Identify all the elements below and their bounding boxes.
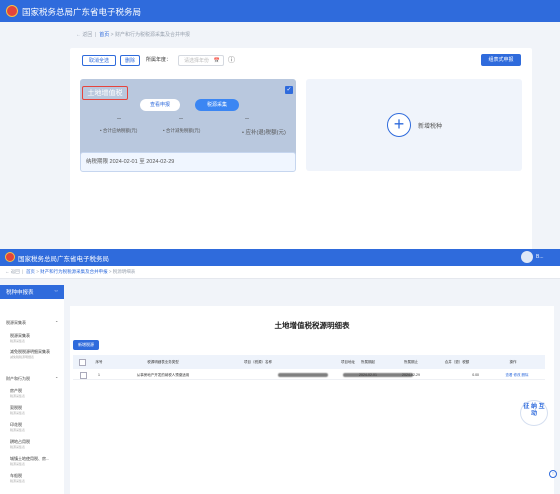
back-link[interactable]: 返回	[82, 32, 92, 38]
delete-button[interactable]: 删除	[120, 55, 140, 66]
row-checkbox[interactable]	[80, 370, 87, 380]
col-header: 操作	[509, 360, 517, 364]
bottom-breadcrumb: ← 返回 | 首页 > 财产和行为税税源采集及合并申报 > 税源明细表	[5, 269, 136, 274]
info-icon[interactable]: ⓘ	[228, 55, 235, 65]
col-header: 合并（退）税额	[444, 360, 470, 364]
period-label: 所属年度：	[146, 57, 172, 63]
calendar-icon: 📅	[213, 58, 220, 64]
total-payable-value: --	[117, 116, 121, 122]
sidebar-title: 税种申报表	[6, 290, 34, 296]
sidebar-item-sub: 税源采集表	[10, 428, 26, 432]
year-placeholder: 请选择年份	[184, 58, 210, 64]
header-select-all-checkbox[interactable]	[77, 355, 87, 369]
table-header: 序号 税源明细表业务类型 项目（税源）名称 项目地址 所属期起 所属期止 合并（…	[73, 355, 545, 369]
breadcrumb: ← 返回 | 首页 > 财产和行为税税源采集及合并申报	[76, 32, 190, 38]
back-link-bottom[interactable]: 返回	[11, 269, 20, 274]
sidebar-group-property[interactable]: 财产和行为税	[6, 376, 30, 382]
row-amount: 0.00	[472, 373, 479, 377]
combined-declare-button[interactable]: 组表式申报	[481, 54, 521, 66]
card-checkbox[interactable]: ✓	[285, 86, 293, 94]
col-header: 序号	[95, 360, 103, 364]
add-tax-source-button[interactable]: 新增税源	[73, 340, 99, 350]
breadcrumb-home[interactable]: 首页	[99, 32, 109, 38]
breadcrumb-parent[interactable]: 财产和行为税税源采集及合并申报	[40, 269, 108, 274]
add-plus-icon[interactable]: +	[387, 113, 411, 137]
sidebar-collapse-icon[interactable]: ⇔	[54, 288, 60, 294]
col-header: 所属期起	[361, 360, 375, 364]
back-icon[interactable]: ←	[5, 269, 10, 274]
site-title-bottom: 国家税务总局广东省电子税务局	[18, 256, 109, 263]
breadcrumb-current-bottom: 税源明细表	[112, 269, 136, 274]
col-header: 税源明细表业务类型	[147, 360, 179, 364]
breadcrumb-separator: >	[108, 269, 112, 274]
year-select-input[interactable]: 请选择年份 📅	[178, 55, 224, 66]
tax-bureau-logo-icon	[5, 252, 15, 262]
delete-link[interactable]: 删除	[521, 373, 528, 377]
user-name[interactable]: B...	[536, 254, 544, 260]
sidebar-item-sub: 税源采集表	[10, 339, 26, 343]
breadcrumb-current: 财产和行为税税源采集及合并申报	[114, 32, 190, 38]
chevron-up-icon[interactable]: ⌃	[55, 376, 58, 381]
tax-period: 纳税期限 2024-02-01 至 2024-02-29	[86, 159, 175, 165]
payable-refund-value: --	[245, 116, 249, 122]
total-exempt-label: • 合计减免税额(元)	[163, 128, 201, 133]
sidebar-item-sub: 减免税税源明细表	[10, 355, 35, 359]
sidebar-group-collection[interactable]: 税源采集表	[6, 320, 26, 326]
row-period-start: 2024-02-01	[359, 373, 377, 377]
col-header: 所属期止	[404, 360, 418, 364]
tax-bureau-logo-icon	[6, 5, 18, 17]
total-payable-label: • 合计应纳税额(元)	[100, 128, 138, 133]
row-operations: 查看 修改 删除	[489, 370, 545, 380]
view-link[interactable]: 查看	[506, 373, 513, 377]
cancel-select-all-button[interactable]: 取消全选	[82, 55, 116, 66]
breadcrumb-separator: >	[36, 269, 39, 274]
back-icon[interactable]: ←	[76, 32, 81, 38]
tax-source-collect-button[interactable]: 税源采集	[195, 99, 239, 111]
breadcrumb-separator: >	[110, 32, 114, 38]
breadcrumb-home-bottom[interactable]: 首页	[26, 269, 35, 274]
user-avatar[interactable]	[521, 251, 533, 263]
payable-refund-label: • 应补(退)税额(元)	[242, 130, 286, 136]
site-title: 国家税务总局广东省电子税务局	[22, 7, 142, 17]
sidebar-item-sub: 税源采集表	[10, 394, 26, 398]
row-index: 1	[98, 373, 100, 377]
scroll-top-icon[interactable]: ↑	[549, 470, 557, 478]
col-header: 项目（税源）名称	[244, 360, 272, 364]
total-exempt-value: --	[179, 116, 183, 122]
add-tax-label[interactable]: 新增税种	[418, 121, 442, 130]
edit-link[interactable]: 修改	[514, 373, 521, 377]
table-row: 1 从事房地产开发的纳税人预缴适用 2024-02-01 2024-02-29 …	[73, 370, 545, 380]
sidebar-header: 税种申报表 ⇔	[0, 285, 64, 299]
sidebar-item-sub: 税源采集表	[10, 462, 26, 466]
view-declare-button[interactable]: 查看申报	[140, 99, 180, 111]
sidebar-item-sub: 税源采集表	[10, 411, 26, 415]
row-period-end: 2024-02-29	[402, 373, 420, 377]
add-tax-card[interactable]	[306, 79, 522, 171]
report-title: 土地增值税税源明细表	[274, 321, 350, 330]
card-title: 土地增值税	[82, 86, 128, 100]
report-panel	[70, 306, 554, 494]
chevron-up-icon[interactable]: ⌃	[55, 320, 58, 325]
row-project-name	[278, 370, 328, 380]
sidebar-item-sub: 税源采集表	[10, 445, 26, 449]
row-business-type: 从事房地产开发的纳税人预缴适用	[136, 373, 190, 377]
sidebar-item-sub: 税源采集表	[10, 479, 26, 483]
assistant-label[interactable]: 征 纳 互 动	[521, 404, 547, 418]
